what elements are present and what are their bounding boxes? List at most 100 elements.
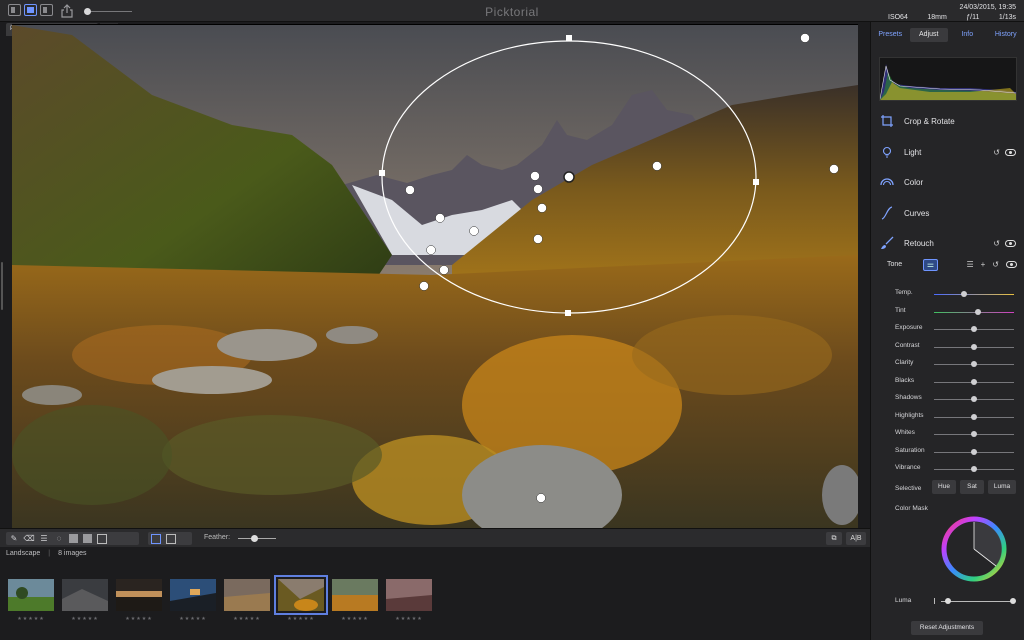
hue-button[interactable]: Hue xyxy=(932,480,956,494)
rating-stars[interactable]: ★★★★★ xyxy=(8,616,54,622)
thumbnail[interactable] xyxy=(8,579,54,611)
title-bar: Picktorial 24/03/2015, 19:35 ISO64 18mm … xyxy=(0,0,1024,22)
toggle-light-eye-icon[interactable] xyxy=(1005,148,1016,156)
tone-sliders-icon[interactable]: ⚌ xyxy=(923,259,938,271)
thumbnail[interactable] xyxy=(386,579,432,611)
section-color[interactable]: Color xyxy=(871,171,1024,193)
adjustment-row: Saturation xyxy=(871,443,1024,460)
rating-stars[interactable]: ★★★★★ xyxy=(116,616,162,622)
feather-label: Feather: xyxy=(204,534,231,541)
histogram xyxy=(879,57,1017,101)
sat-button[interactable]: Sat xyxy=(960,480,984,494)
copy-icon[interactable]: ⧉ xyxy=(826,532,842,545)
section-crop[interactable]: Crop & Rotate xyxy=(871,110,1024,132)
reset-retouch-icon[interactable]: ↺ xyxy=(993,239,1000,248)
brush-icon xyxy=(879,235,895,251)
adjustment-row: Blacks xyxy=(871,373,1024,390)
feather-slider-knob[interactable] xyxy=(251,535,258,542)
section-crop-label: Crop & Rotate xyxy=(904,116,955,126)
rating-stars[interactable]: ★★★★★ xyxy=(386,616,432,622)
brush-icon[interactable]: ✎ xyxy=(9,534,19,544)
rating-stars[interactable]: ★★★★★ xyxy=(224,616,270,622)
adjustment-row: Exposure xyxy=(871,320,1024,337)
mask-view-tools xyxy=(148,532,192,545)
section-retouch[interactable]: Retouch ↺ xyxy=(871,232,1024,254)
eraser-icon[interactable]: ⌫ xyxy=(23,534,34,544)
tab-info[interactable]: Info xyxy=(948,28,987,42)
reset-adjustments-button[interactable]: Reset Adjustments xyxy=(911,621,983,635)
luma-high-knob[interactable] xyxy=(1010,598,1016,604)
add-icon[interactable]: + xyxy=(981,260,986,269)
adjustment-row: Clarity xyxy=(871,355,1024,372)
toggle-retouch-eye-icon[interactable] xyxy=(1005,239,1016,247)
date-time: 24/03/2015, 19:35 xyxy=(959,4,1016,11)
luma-button[interactable]: Luma xyxy=(988,480,1016,494)
reset-light-icon[interactable]: ↺ xyxy=(993,148,1000,157)
rating-stars[interactable]: ★★★★★ xyxy=(62,616,108,622)
adjustment-label: Vibrance xyxy=(895,464,921,471)
adjustment-slider-knob[interactable] xyxy=(971,396,977,402)
tab-presets[interactable]: Presets xyxy=(871,28,910,42)
clear-mask-icon[interactable] xyxy=(83,534,92,543)
adjustment-slider-knob[interactable] xyxy=(961,291,968,297)
rating-stars[interactable]: ★★★★★ xyxy=(170,616,216,622)
section-light[interactable]: Light ↺ xyxy=(871,141,1024,163)
thumbnail[interactable] xyxy=(170,579,216,611)
adjustment-row: Highlights xyxy=(871,408,1024,425)
section-curves-label: Curves xyxy=(904,208,930,218)
luma-low-knob[interactable] xyxy=(945,598,951,604)
gradient-icon[interactable]: ☰ xyxy=(39,534,49,544)
section-light-label: Light xyxy=(904,147,922,157)
toggle-tone-eye-icon[interactable] xyxy=(1006,261,1017,268)
adjustment-slider-track[interactable] xyxy=(934,311,1014,313)
compare-button[interactable]: A|B xyxy=(846,532,866,545)
adjustment-slider-knob[interactable] xyxy=(971,413,977,420)
curves-icon xyxy=(879,205,895,221)
section-curves[interactable]: Curves xyxy=(871,202,1024,224)
thumbnail[interactable] xyxy=(116,579,162,611)
section-color-label: Color xyxy=(904,177,924,187)
adjustment-slider-knob[interactable] xyxy=(971,378,977,385)
adjustment-label: Temp. xyxy=(895,289,913,296)
adjustment-slider-knob[interactable] xyxy=(971,361,977,367)
luma-slider-track[interactable] xyxy=(941,601,1015,602)
adjustment-label: Clarity xyxy=(895,359,914,366)
tone-row: Tone ⚌ ☰ + ↺ xyxy=(871,258,1024,272)
show-mask-icon[interactable] xyxy=(151,533,161,544)
reset-tone-icon[interactable]: ↺ xyxy=(992,260,999,269)
rating-stars[interactable]: ★★★★★ xyxy=(332,616,378,622)
adjustment-slider-knob[interactable] xyxy=(971,343,977,350)
color-wheel[interactable] xyxy=(941,516,1007,582)
thumbnail-selected[interactable] xyxy=(274,575,328,615)
adjustment-label: Shadows xyxy=(895,394,922,401)
tone-label: Tone xyxy=(887,261,903,268)
invert-mask-icon[interactable] xyxy=(97,533,107,544)
image-count: 8 images xyxy=(58,550,87,557)
adjustment-slider-knob[interactable] xyxy=(971,431,977,437)
adjustment-slider-knob[interactable] xyxy=(971,448,977,455)
photo-canvas[interactable] xyxy=(12,24,858,528)
app-title: Picktorial xyxy=(485,5,539,19)
adjustment-row: Temp. xyxy=(871,285,1024,302)
adjustment-row: Contrast xyxy=(871,338,1024,355)
adjustment-slider-knob[interactable] xyxy=(971,466,977,472)
adjustment-slider-knob[interactable] xyxy=(971,326,977,332)
sidebar-handle[interactable] xyxy=(1,262,3,310)
rating-stars[interactable]: ★★★★★ xyxy=(278,616,324,622)
overlay-mask-icon[interactable] xyxy=(166,533,176,544)
radial-icon[interactable]: ◌ xyxy=(54,534,64,544)
thumbnail[interactable] xyxy=(224,579,270,611)
fill-mask-icon[interactable] xyxy=(69,534,78,543)
tab-history[interactable]: History xyxy=(987,28,1024,42)
thumbnail[interactable] xyxy=(62,579,108,611)
album-name[interactable]: Landscape xyxy=(6,550,40,557)
tab-adjust[interactable]: Adjust xyxy=(909,28,948,42)
adjustment-slider-knob[interactable] xyxy=(975,308,981,315)
list-icon[interactable]: ☰ xyxy=(966,260,973,269)
thumbnail[interactable] xyxy=(332,579,378,611)
luma-label: Luma xyxy=(895,597,912,604)
adjustment-slider-track[interactable] xyxy=(934,294,1014,295)
panel-tabs: Presets Adjust Info History xyxy=(871,28,1024,42)
adjustment-label: Contrast xyxy=(895,341,920,349)
color-mask-label: Color Mask xyxy=(895,505,928,512)
